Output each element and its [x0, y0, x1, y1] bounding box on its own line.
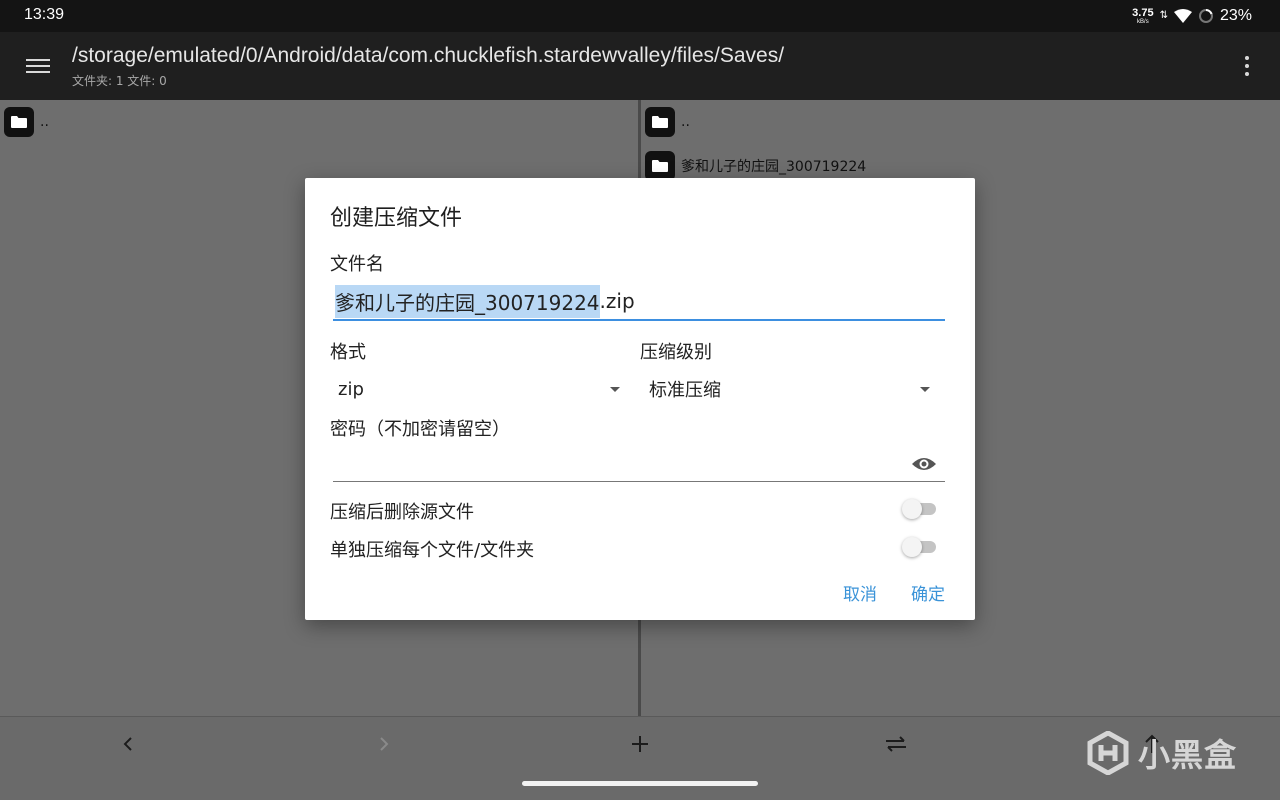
swap-icon [886, 736, 906, 752]
format-select[interactable]: zip [338, 372, 620, 406]
list-item[interactable]: .. [4, 106, 49, 138]
format-label: 格式 [330, 342, 366, 363]
password-label: 密码（不加密请留空） [330, 419, 510, 440]
watermark: 小黑盒 [1086, 730, 1237, 776]
forward-button[interactable] [364, 729, 404, 759]
folder-icon [645, 151, 675, 181]
swap-panes-button[interactable] [876, 729, 916, 759]
battery-percent: 23% [1219, 7, 1252, 24]
separate-archive-label: 单独压缩每个文件/文件夹 [330, 540, 535, 561]
create-archive-dialog: 创建压缩文件 文件名 爹和儿子的庄园_300719224 .zip 格式 zip … [305, 178, 975, 620]
folder-file-count: 文件夹: 1 文件: 0 [72, 74, 167, 88]
password-input[interactable] [333, 446, 945, 482]
home-indicator[interactable] [522, 781, 758, 786]
chevron-right-icon [380, 737, 389, 751]
status-indicators: 3.75 kB/s ⇅ 23% [1132, 5, 1252, 27]
xiaoheihe-logo-icon [1087, 731, 1129, 775]
format-value: zip [338, 378, 364, 400]
data-arrows-icon: ⇅ [1159, 10, 1168, 21]
net-speed-value: 3.75 [1132, 6, 1154, 19]
filename-extension: .zip [599, 289, 635, 313]
list-item[interactable]: .. [645, 106, 690, 138]
ok-button[interactable]: 确定 [911, 580, 945, 605]
folder-icon [645, 107, 675, 137]
folder-icon [4, 107, 34, 137]
add-button[interactable] [620, 729, 660, 759]
filename-label: 文件名 [330, 254, 384, 275]
net-speed: 3.75 kB/s [1132, 6, 1154, 25]
list-item-name: .. [40, 114, 49, 130]
status-bar: 13:39 3.75 kB/s ⇅ 23% [0, 0, 1280, 32]
menu-icon[interactable] [20, 52, 56, 80]
filename-input[interactable]: 爹和儿子的庄园_300719224 .zip [333, 283, 945, 321]
level-label: 压缩级别 [640, 342, 712, 363]
list-item-name: .. [681, 114, 690, 130]
cancel-button[interactable]: 取消 [843, 580, 877, 605]
net-speed-unit: kB/s [1137, 18, 1149, 25]
app-bar: /storage/emulated/0/Android/data/com.chu… [0, 32, 1280, 100]
status-time: 13:39 [24, 6, 65, 23]
chevron-left-icon [123, 737, 132, 751]
battery-ring-icon [1198, 9, 1213, 23]
current-path: /storage/emulated/0/Android/data/com.chu… [72, 44, 785, 67]
watermark-text: 小黑盒 [1138, 736, 1238, 774]
wifi-icon [1173, 9, 1192, 23]
back-button[interactable] [108, 729, 148, 759]
compression-level-select[interactable]: 标准压缩 [649, 372, 930, 406]
delete-source-toggle[interactable] [902, 499, 938, 519]
level-value: 标准压缩 [649, 380, 721, 401]
filename-selected-text: 爹和儿子的庄园_300719224 [335, 284, 600, 318]
separate-archive-toggle[interactable] [902, 537, 938, 557]
more-vert-icon[interactable] [1240, 54, 1254, 78]
dropdown-arrow-icon [920, 387, 930, 392]
dropdown-arrow-icon [610, 387, 620, 392]
dialog-title: 创建压缩文件 [330, 206, 463, 231]
list-item-name: 爹和儿子的庄园_300719224 [681, 159, 867, 175]
delete-source-label: 压缩后删除源文件 [330, 502, 474, 523]
plus-icon [632, 736, 648, 752]
eye-icon[interactable] [911, 454, 937, 474]
